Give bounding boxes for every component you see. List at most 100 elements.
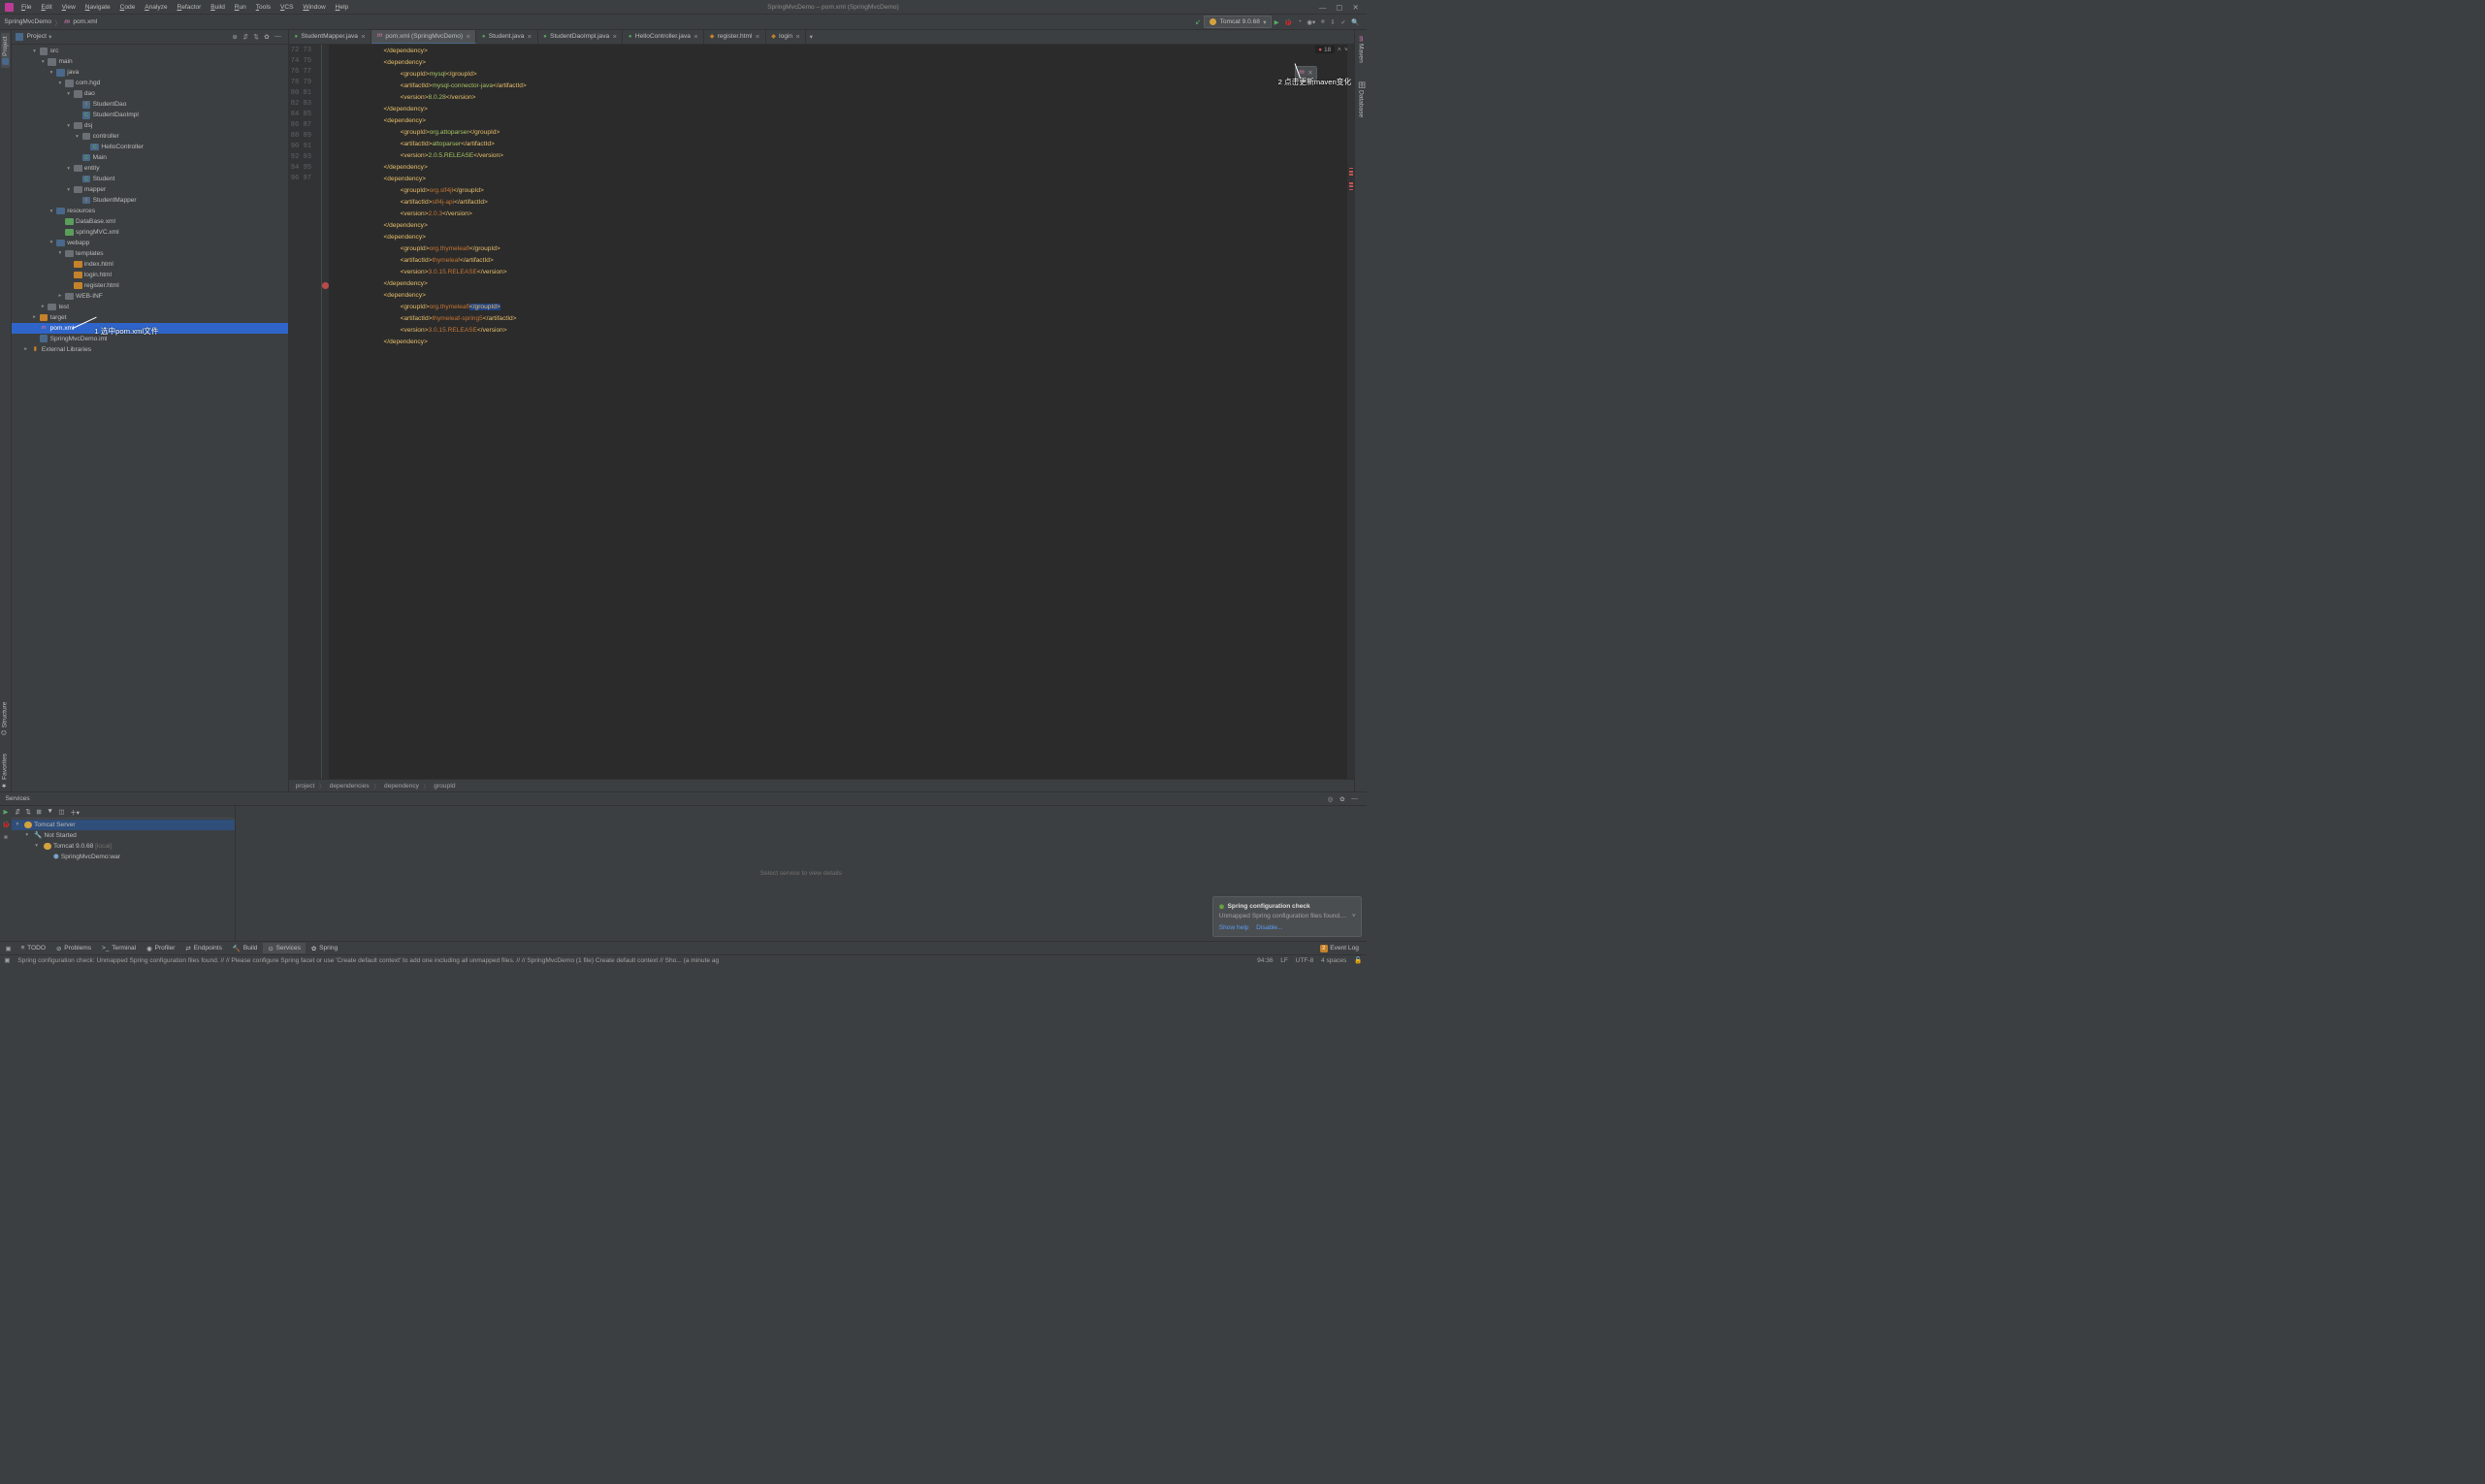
- project-tree[interactable]: 1 选中pom.xml文件 ▾src▾main▾java▾com.hgd▾dao…: [12, 45, 288, 791]
- quick-access-icon[interactable]: ▣: [2, 945, 15, 952]
- tree-item[interactable]: ▾mapper: [12, 184, 288, 195]
- group-icon[interactable]: ⊞: [36, 808, 42, 816]
- breadcrumb-item[interactable]: groupId: [434, 783, 455, 790]
- close-icon[interactable]: ×: [361, 32, 366, 41]
- tab-project[interactable]: Project: [1, 33, 10, 68]
- run-button[interactable]: ▶: [1272, 18, 1282, 26]
- show-help-link[interactable]: Show help: [1219, 924, 1249, 931]
- service-item[interactable]: ▾Tomcat Server: [12, 820, 235, 830]
- tree-item[interactable]: ▾webapp: [12, 238, 288, 248]
- debug-button[interactable]: 🐞: [1281, 18, 1295, 26]
- editor-tab[interactable]: ●StudentMapper.java×: [289, 30, 371, 44]
- menu-navigate[interactable]: Navigate: [81, 2, 114, 13]
- menu-vcs[interactable]: VCS: [276, 2, 298, 13]
- breadcrumb-item[interactable]: project: [296, 783, 315, 790]
- close-icon[interactable]: ×: [466, 32, 470, 41]
- chevron-down-icon[interactable]: ˅: [1352, 913, 1356, 919]
- tab-structure[interactable]: ⌬Structure: [0, 698, 10, 738]
- close-icon[interactable]: ✕: [1307, 69, 1313, 77]
- menu-build[interactable]: Build: [207, 2, 229, 13]
- menu-view[interactable]: View: [57, 2, 80, 13]
- bottom-tab-todo[interactable]: ≡TODO: [16, 943, 50, 953]
- tree-item[interactable]: DataBase.xml: [12, 216, 288, 227]
- menu-edit[interactable]: Edit: [37, 2, 56, 13]
- editor-tab[interactable]: ●HelloController.java×: [623, 30, 704, 44]
- tree-item[interactable]: ▸▮External Libraries: [12, 344, 288, 355]
- line-separator[interactable]: LF: [1280, 957, 1288, 964]
- debug-button[interactable]: 🐞: [2, 821, 10, 828]
- project-view-label[interactable]: Project: [26, 33, 46, 40]
- tree-item[interactable]: ▸test: [12, 302, 288, 312]
- run-configuration-combo[interactable]: Tomcat 9.0.68 ▾: [1204, 16, 1272, 27]
- bottom-tab-build[interactable]: 🔨Build: [227, 943, 263, 953]
- tree-item[interactable]: SpringMvcDemo.iml: [12, 334, 288, 344]
- layout-icon[interactable]: ◫: [58, 808, 64, 816]
- close-icon[interactable]: ×: [528, 32, 532, 41]
- chevron-down-icon[interactable]: ▾: [48, 33, 51, 41]
- breadcrumb-item[interactable]: dependency: [384, 783, 419, 790]
- disable-link[interactable]: Disable...: [1256, 924, 1282, 931]
- collapse-icon[interactable]: ⇅: [25, 808, 31, 816]
- tree-item[interactable]: IStudentMapper: [12, 195, 288, 206]
- bottom-tab-profiler[interactable]: ◉Profiler: [142, 943, 180, 953]
- collapse-all-icon[interactable]: ⇅: [251, 33, 262, 41]
- code-content[interactable]: </dependency> <dependency> <groupId>mysq…: [329, 45, 1347, 779]
- close-icon[interactable]: ×: [795, 32, 800, 41]
- readonly-icon[interactable]: 🔓: [1354, 956, 1362, 964]
- editor-tab[interactable]: ◆login×: [766, 30, 807, 44]
- tree-item[interactable]: ▾resources: [12, 206, 288, 216]
- tree-item[interactable]: register.html: [12, 280, 288, 291]
- tree-item[interactable]: ▸WEB-INF: [12, 291, 288, 302]
- select-opened-file-icon[interactable]: ⊕: [230, 33, 241, 41]
- coverage-button[interactable]: ◔: [1295, 18, 1304, 25]
- tree-item[interactable]: ▾com.hgd: [12, 78, 288, 88]
- menu-help[interactable]: Help: [331, 2, 352, 13]
- bottom-tab-terminal[interactable]: >_Terminal: [97, 943, 142, 953]
- tree-item[interactable]: ▾main: [12, 56, 288, 67]
- menu-analyze[interactable]: Analyze: [141, 2, 172, 13]
- breadcrumb-project[interactable]: SpringMvcDemo: [4, 18, 51, 25]
- status-icon[interactable]: ▣: [4, 956, 10, 964]
- error-stripe[interactable]: [1347, 45, 1355, 779]
- hide-icon[interactable]: —: [1348, 795, 1361, 802]
- tree-item[interactable]: ▾java: [12, 67, 288, 78]
- cursor-position[interactable]: 94:36: [1257, 957, 1273, 964]
- tree-item[interactable]: CHelloController: [12, 142, 288, 152]
- inspection-widget[interactable]: ● 18 ˄ ˅: [1315, 46, 1348, 53]
- bottom-tab-services[interactable]: ⊙Services: [263, 943, 306, 953]
- tree-item[interactable]: index.html: [12, 259, 288, 270]
- build-icon[interactable]: ↙: [1192, 17, 1204, 26]
- status-message[interactable]: Spring configuration check: Unmapped Spr…: [17, 957, 1249, 964]
- menu-run[interactable]: Run: [230, 2, 250, 13]
- tab-favorites[interactable]: ★Favorites: [0, 750, 10, 792]
- filter-icon[interactable]: ▼: [47, 808, 53, 815]
- hide-icon[interactable]: —: [273, 33, 284, 40]
- fold-gutter[interactable]: [315, 45, 322, 779]
- gear-icon[interactable]: ✿: [262, 33, 273, 41]
- bottom-tab-problems[interactable]: ⊘Problems: [51, 943, 97, 953]
- tab-database[interactable]: 🗄Database: [1356, 77, 1366, 120]
- error-bulb-icon[interactable]: [322, 282, 329, 289]
- tree-item[interactable]: ▾src: [12, 46, 288, 56]
- service-item[interactable]: ▾Tomcat 9.0.68 [local]: [12, 841, 235, 852]
- editor-breadcrumb[interactable]: project〉dependencies〉dependency〉groupId: [289, 779, 1355, 791]
- editor-tab[interactable]: ◆register.html×: [704, 30, 766, 44]
- menu-code[interactable]: Code: [115, 2, 140, 13]
- menu-refactor[interactable]: Refactor: [173, 2, 206, 13]
- tree-item[interactable]: IStudentDao: [12, 99, 288, 110]
- menu-file[interactable]: File: [17, 2, 36, 13]
- stop-button[interactable]: ■: [4, 834, 8, 841]
- event-log-button[interactable]: 2 Event Log: [1314, 945, 1364, 952]
- tree-item[interactable]: login.html: [12, 270, 288, 280]
- tree-item[interactable]: ▾dao: [12, 88, 288, 99]
- menu-tools[interactable]: Tools: [251, 2, 274, 13]
- add-icon[interactable]: ＋▾: [70, 807, 80, 817]
- expand-icon[interactable]: ⇵: [15, 808, 20, 816]
- service-item[interactable]: ▾🔧Not Started: [12, 830, 235, 841]
- tree-item[interactable]: springMVC.xml: [12, 227, 288, 238]
- file-encoding[interactable]: UTF-8: [1296, 957, 1314, 964]
- tree-item[interactable]: CMain: [12, 152, 288, 163]
- indent-setting[interactable]: 4 spaces: [1321, 957, 1346, 964]
- close-icon[interactable]: ✕: [1352, 3, 1358, 12]
- tree-item[interactable]: ▾templates: [12, 248, 288, 259]
